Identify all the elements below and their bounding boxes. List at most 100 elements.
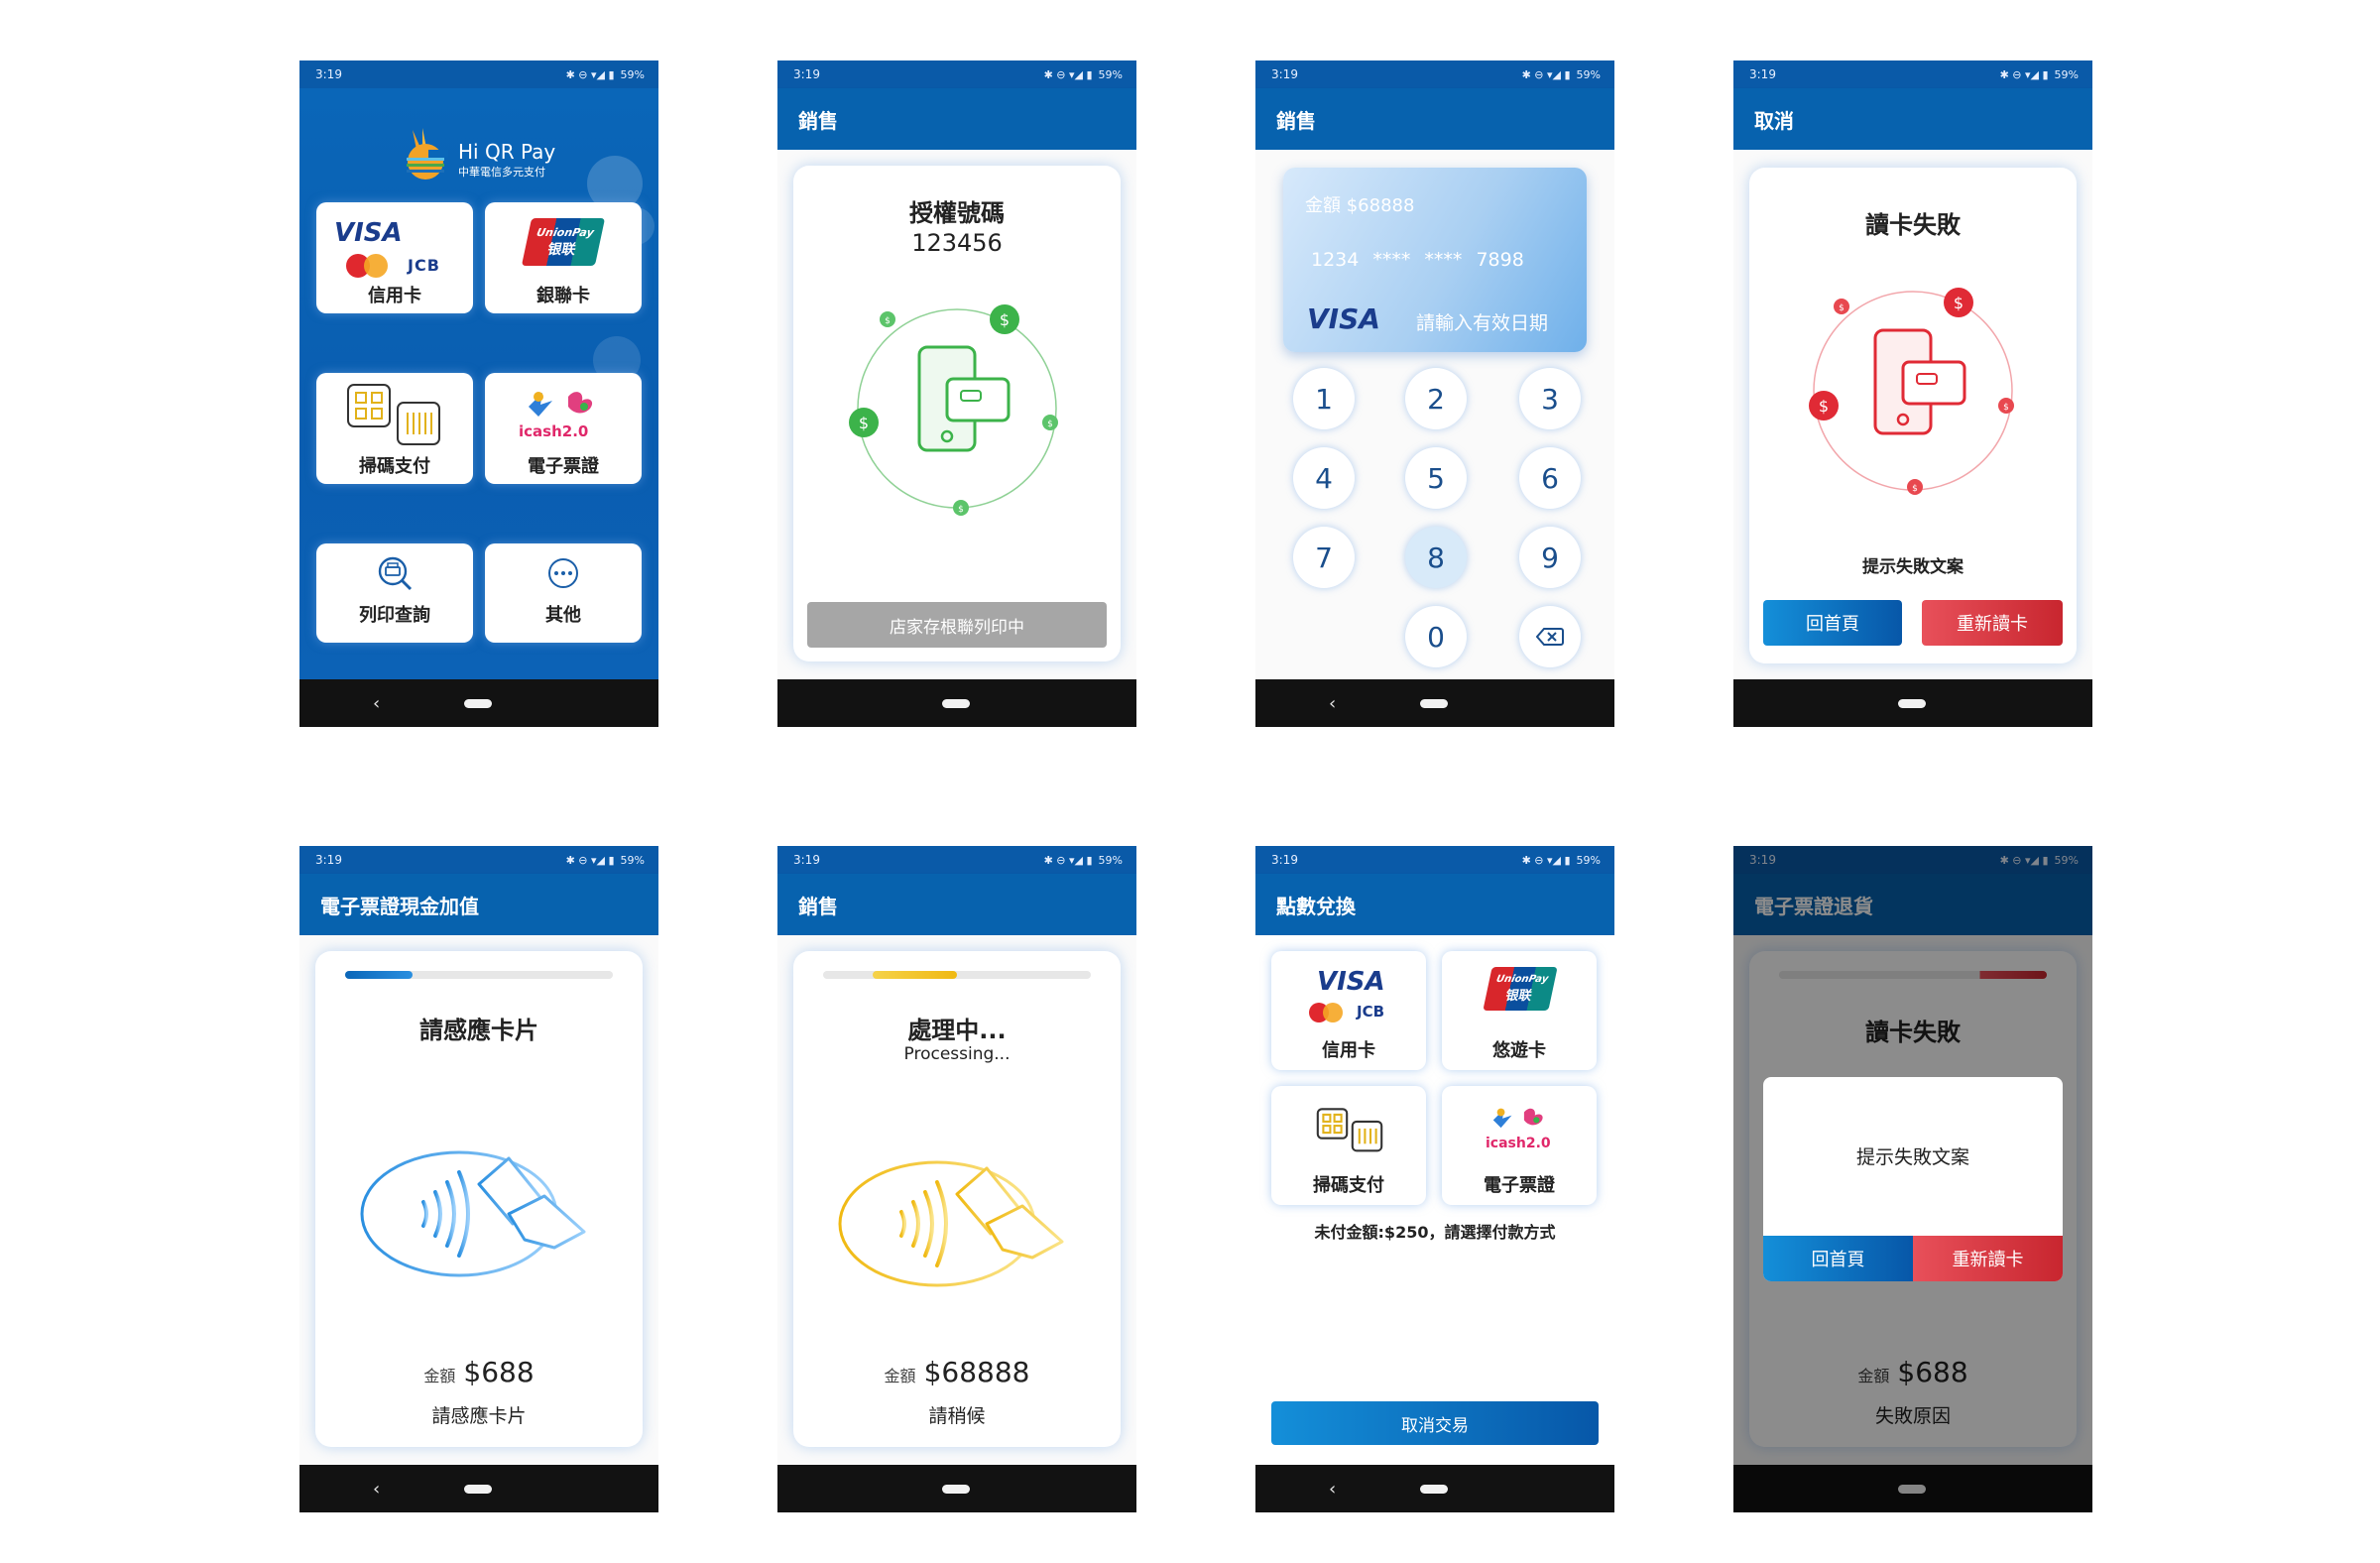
status-icons: ✱ ⊖ ▾◢ ▮ (1521, 67, 1571, 81)
status-bar: 3:19 ✱ ⊖ ▾◢ ▮ 59% (1733, 60, 2092, 88)
tile-label: 掃碼支付 (1313, 1175, 1384, 1196)
tile-label: 信用卡 (368, 286, 421, 306)
tile-e-ticket[interactable]: icash2.0 電子票證 (485, 373, 642, 484)
status-time: 3:19 (1749, 67, 1776, 81)
status-icons: ✱ ⊖ ▾◢ ▮ (565, 853, 615, 867)
status-icons: ✱ ⊖ ▾◢ ▮ (1043, 853, 1093, 867)
dialog-retry-button[interactable]: 重新讀卡 (1913, 1236, 2063, 1281)
nav-bar: ‹ (1255, 679, 1614, 727)
key-0[interactable]: 0 (1405, 606, 1467, 667)
jcb-logo: JCB (1357, 1003, 1385, 1021)
svg-text:$: $ (859, 414, 869, 432)
unionpay-logo-icon: UnionPay 银联 (521, 218, 606, 266)
print-search-icon (378, 556, 413, 591)
tile-credit-card[interactable]: VISA JCB 信用卡 (316, 202, 473, 313)
key-2[interactable]: 2 (1405, 368, 1467, 429)
tile-label: 電子票證 (528, 456, 599, 477)
tile-label: 銀聯卡 (536, 286, 590, 306)
nav-bar (777, 1465, 1136, 1512)
tile-easycard[interactable]: UnionPay 银联 悠遊卡 (1442, 951, 1597, 1070)
back-icon[interactable]: ‹ (1329, 1479, 1336, 1500)
key-8[interactable]: 8 (1405, 527, 1467, 588)
fail-dialog: 提示失敗文案 回首頁 重新讀卡 (1763, 1077, 2063, 1281)
unionpay-logo-icon: UnionPay 银联 (1483, 967, 1558, 1011)
battery-level: 59% (620, 853, 645, 867)
status-time: 3:19 (315, 853, 342, 867)
status-bar: 3:19 ✱ ⊖ ▾◢ ▮ 59% (299, 846, 658, 874)
qr-scan-icon (347, 384, 440, 445)
mastercard-logo-icon (346, 254, 388, 278)
key-1[interactable]: 1 (1293, 368, 1355, 429)
nav-bar (777, 679, 1136, 727)
status-time: 3:19 (315, 67, 342, 81)
auth-card: 授權號碼 123456 $ $ $ $ $ 店家存根聯列印中 (793, 166, 1121, 661)
tile-other[interactable]: 其他 (485, 543, 642, 643)
home-pill-icon[interactable] (942, 699, 970, 708)
cancel-transaction-button[interactable]: 取消交易 (1271, 1401, 1599, 1445)
card-preview: 金額 $68888 1234 **** **** 7898 VISA 請輸入有效… (1283, 168, 1587, 352)
nav-bar: ‹ (299, 679, 658, 727)
back-icon[interactable]: ‹ (373, 693, 380, 714)
battery-level: 59% (1576, 67, 1601, 81)
key-9[interactable]: 9 (1519, 527, 1581, 588)
tile-unionpay[interactable]: UnionPay 银联 銀聯卡 (485, 202, 642, 313)
card-prompt: 請輸入有效日期 (1416, 312, 1549, 334)
payment-fail-illustration: $ $ $ $ $ (1809, 288, 2014, 495)
progress-fill (345, 971, 413, 979)
app-bar-title: 取消 (1733, 88, 2092, 150)
key-7[interactable]: 7 (1293, 527, 1355, 588)
status-bar: 3:19 ✱ ⊖ ▾◢ ▮ 59% (777, 846, 1136, 874)
fail-message: 提示失敗文案 (1862, 557, 1964, 577)
amount-label: 金額 (884, 1367, 916, 1385)
home-pill-icon[interactable] (942, 1485, 970, 1494)
status-icons: ✱ ⊖ ▾◢ ▮ (1043, 67, 1093, 81)
amount-value: $68888 (923, 1356, 1030, 1388)
print-stub-button[interactable]: 店家存根聯列印中 (807, 602, 1107, 648)
key-5[interactable]: 5 (1405, 447, 1467, 509)
card-brand: VISA (1307, 302, 1380, 335)
wait-hint: 請稍候 (928, 1405, 986, 1427)
key-3[interactable]: 3 (1519, 368, 1581, 429)
tile-label: 其他 (545, 605, 581, 626)
home-pill-icon[interactable] (464, 1485, 492, 1494)
status-time: 3:19 (793, 853, 820, 867)
svg-text:$: $ (1819, 397, 1829, 416)
tile-label: 電子票證 (1484, 1175, 1555, 1196)
tile-e-ticket[interactable]: icash2.0 電子票證 (1442, 1086, 1597, 1205)
tile-qr-pay[interactable]: 掃碼支付 (316, 373, 473, 484)
dialog-home-button[interactable]: 回首頁 (1763, 1236, 1913, 1281)
visa-logo: VISA (334, 218, 403, 248)
home-pill-icon[interactable] (1420, 699, 1448, 708)
status-bar: 3:19 ✱ ⊖ ▾◢ ▮ 59% (1255, 846, 1614, 874)
tile-qr-pay[interactable]: 掃碼支付 (1271, 1086, 1426, 1205)
home-button[interactable]: 回首頁 (1763, 600, 1902, 646)
tile-credit-card[interactable]: VISA JCB 信用卡 (1271, 951, 1426, 1070)
content-area: VISA JCB 信用卡 UnionPay 银联 悠遊卡 掃碼支付 icash2… (1255, 935, 1614, 1465)
back-icon[interactable]: ‹ (373, 1479, 380, 1500)
phone-refund-dialog: 3:19 ✱ ⊖ ▾◢ ▮ 59% 電子票證退貨 讀卡失敗 金額 $688 失敗原因… (1733, 846, 2092, 1512)
home-pill-icon[interactable] (1420, 1485, 1448, 1494)
dialog-message: 提示失敗文案 (1855, 1146, 1969, 1168)
content-area: 授權號碼 123456 $ $ $ $ $ 店家存根聯列印中 (777, 150, 1136, 679)
key-4[interactable]: 4 (1293, 447, 1355, 509)
card-number: 1234 **** **** 7898 (1311, 249, 1524, 271)
backspace-key[interactable] (1519, 606, 1581, 667)
home-pill-icon[interactable] (464, 699, 492, 708)
visa-logo: VISA (1317, 967, 1385, 997)
app-bar-title: 銷售 (1255, 88, 1614, 150)
content-area: 處理中... Processing... 金額 $68888 請稍候 (777, 935, 1136, 1465)
retry-read-button[interactable]: 重新讀卡 (1922, 600, 2063, 646)
content-area: 金額 $68888 1234 **** **** 7898 VISA 請輸入有效… (1255, 150, 1614, 679)
back-icon[interactable]: ‹ (1329, 693, 1336, 714)
tile-print-query[interactable]: 列印查詢 (316, 543, 473, 643)
phone-points: 3:19 ✱ ⊖ ▾◢ ▮ 59% 點數兌換 VISA JCB 信用卡 Union… (1255, 846, 1614, 1512)
tile-label: 列印查詢 (359, 605, 430, 626)
icash-logo: icash2.0 (519, 422, 589, 440)
status-icons: ✱ ⊖ ▾◢ ▮ (565, 67, 615, 81)
icash-logo-icon (529, 392, 593, 417)
svg-text:$: $ (958, 505, 964, 515)
unpaid-notice: 未付金額:$250，請選擇付款方式 (1314, 1223, 1556, 1242)
svg-text:$: $ (2003, 403, 2009, 413)
key-6[interactable]: 6 (1519, 447, 1581, 509)
home-pill-icon[interactable] (1898, 699, 1926, 708)
